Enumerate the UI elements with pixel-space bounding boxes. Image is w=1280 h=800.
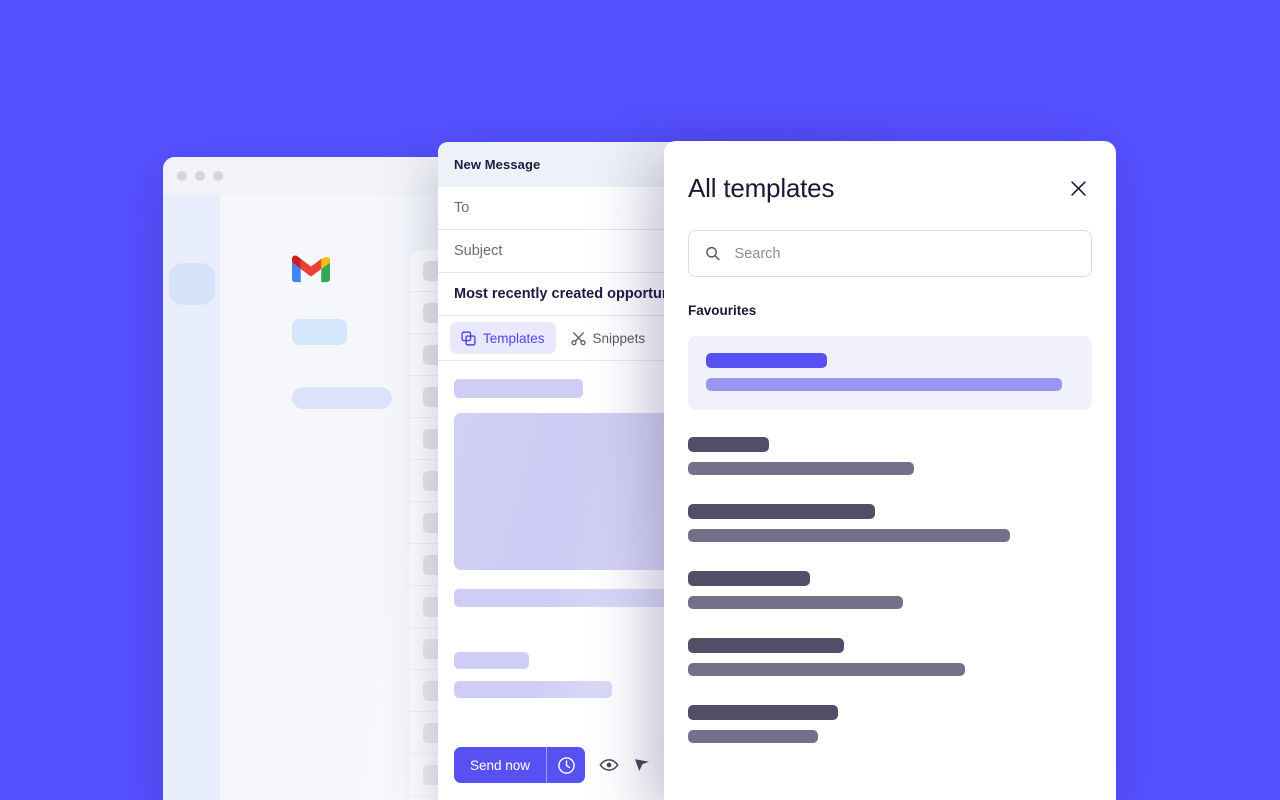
- template-subtitle-placeholder: [688, 596, 903, 609]
- favourites-heading: Favourites: [688, 303, 757, 318]
- panel-title: All templates: [688, 173, 835, 203]
- tracking-button[interactable]: [633, 756, 651, 774]
- template-title-placeholder: [688, 571, 810, 586]
- gmail-left-rail: [163, 195, 220, 800]
- schedule-send-button[interactable]: [547, 747, 585, 783]
- template-subtitle-placeholder: [688, 529, 1010, 542]
- cursor-pointer-icon: [635, 759, 650, 771]
- window-maximize-dot[interactable]: [213, 171, 223, 181]
- search-icon: [706, 246, 720, 261]
- templates-button-label: Templates: [483, 330, 545, 346]
- window-minimize-dot[interactable]: [195, 171, 205, 181]
- template-list-item[interactable]: [688, 504, 1092, 542]
- window-close-dot[interactable]: [177, 171, 187, 181]
- search-field[interactable]: [688, 230, 1092, 277]
- compose-title: New Message: [454, 157, 541, 172]
- templates-panel-header: All templates: [664, 141, 1116, 204]
- favourite-template-title: [706, 353, 827, 368]
- template-subtitle-placeholder: [688, 730, 818, 743]
- templates-list: [688, 437, 1092, 743]
- body-placeholder-line: [454, 652, 529, 669]
- template-subtitle-placeholder: [688, 663, 965, 676]
- send-button-group: Send now: [454, 747, 586, 783]
- template-subtitle-placeholder: [688, 462, 914, 475]
- favourite-template-subtitle: [706, 378, 1062, 391]
- gmail-compose-button-placeholder[interactable]: [292, 319, 347, 345]
- close-icon: [1070, 181, 1086, 196]
- template-list-item[interactable]: [688, 437, 1092, 475]
- gmail-nav-item-placeholder[interactable]: [292, 387, 392, 409]
- template-list-item[interactable]: [688, 705, 1092, 743]
- templates-button[interactable]: Templates: [450, 322, 556, 354]
- template-title-placeholder: [688, 705, 838, 720]
- template-list-item[interactable]: [688, 638, 1092, 676]
- template-title-placeholder: [688, 638, 844, 653]
- all-templates-panel: All templates Favourites: [664, 141, 1116, 800]
- rail-avatar-placeholder[interactable]: [168, 263, 215, 305]
- gmail-logo-icon: [292, 255, 330, 283]
- clock-icon: [557, 756, 575, 774]
- snippets-button[interactable]: Snippets: [560, 322, 657, 354]
- compose-subject-placeholder: Subject: [454, 243, 503, 259]
- send-now-label: Send now: [470, 757, 531, 773]
- search-input[interactable]: [732, 244, 1075, 263]
- template-title-placeholder: [688, 437, 769, 452]
- favourite-template-item[interactable]: [688, 336, 1092, 410]
- app-background: New Message To Subject Most recently cre…: [0, 0, 1280, 800]
- compose-subject-value: Most recently created opportunity: [454, 286, 688, 302]
- scissors-icon: [570, 331, 586, 345]
- template-list-item[interactable]: [688, 571, 1092, 609]
- template-title-placeholder: [688, 504, 875, 519]
- body-placeholder-line: [454, 681, 612, 698]
- templates-copy-icon: [461, 330, 476, 346]
- compose-to-placeholder: To: [454, 200, 470, 216]
- send-now-button[interactable]: Send now: [454, 747, 548, 783]
- eye-icon: [599, 759, 619, 771]
- preview-button[interactable]: [599, 755, 619, 775]
- body-placeholder-line: [454, 379, 583, 398]
- snippets-button-label: Snippets: [592, 330, 646, 346]
- close-panel-button[interactable]: [1064, 175, 1092, 203]
